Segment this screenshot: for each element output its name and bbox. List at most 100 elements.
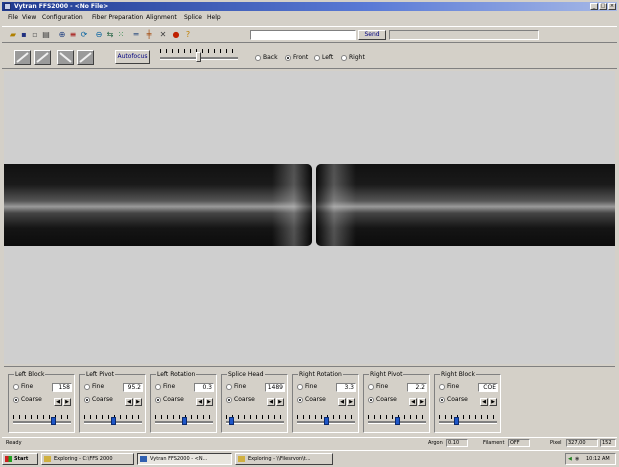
equal-icon[interactable]: ≡ xyxy=(68,30,78,40)
print-icon[interactable]: ▤ xyxy=(41,30,51,40)
menu-fiber-preparation[interactable]: Fiber Preparation xyxy=(92,14,143,21)
left-block-fine-radio[interactable] xyxy=(13,384,19,390)
cleave-right-icon[interactable] xyxy=(34,50,51,65)
left-pivot-value[interactable]: 95.2 xyxy=(123,383,143,392)
left-rotation-coarse-radio[interactable] xyxy=(155,397,161,403)
splice-head-decrease-button[interactable]: ◀ xyxy=(267,398,275,406)
splice-head-increase-button[interactable]: ▶ xyxy=(276,398,284,406)
zoom-icon[interactable]: ⊕ xyxy=(57,30,67,40)
splice-head-fine-radio[interactable] xyxy=(226,384,232,390)
stop-icon[interactable]: ● xyxy=(171,30,181,40)
fiber-icon[interactable]: ═ xyxy=(131,30,141,40)
left-block-value[interactable]: 158 xyxy=(52,383,72,392)
menu-file[interactable]: File xyxy=(8,14,18,21)
tray-network-icon[interactable]: ◀ xyxy=(568,454,572,464)
left-pivot-fine-radio[interactable] xyxy=(84,384,90,390)
maximize-button[interactable]: □ xyxy=(599,3,607,10)
tray-volume-icon[interactable]: ◉ xyxy=(575,454,579,464)
command-input[interactable] xyxy=(250,30,356,40)
menu-help[interactable]: Help xyxy=(207,14,221,21)
send-button[interactable]: Send xyxy=(358,30,386,40)
right-rotation-slider-thumb[interactable] xyxy=(323,417,329,425)
right-block-value[interactable]: COE xyxy=(478,383,498,392)
align-icon[interactable]: ⊖ xyxy=(94,30,104,40)
open-icon[interactable]: ▰ xyxy=(8,30,18,40)
left-block-slider-thumb[interactable] xyxy=(51,417,57,425)
view-label-back: Back xyxy=(263,54,278,61)
right-pivot-fine-radio[interactable] xyxy=(368,384,374,390)
new-icon[interactable]: ▫ xyxy=(30,30,40,40)
rotate-icon[interactable]: ⟳ xyxy=(79,30,89,40)
save-icon[interactable]: ▪ xyxy=(19,30,29,40)
grid-icon[interactable]: ⁙ xyxy=(116,30,126,40)
splice-head-slider[interactable] xyxy=(226,421,284,424)
left-rotation-slider-thumb[interactable] xyxy=(181,417,187,425)
right-block-fine-radio[interactable] xyxy=(439,384,445,390)
view-radio-right[interactable] xyxy=(341,55,347,61)
task-label: Exploring - \\Filesrvon\t... xyxy=(248,456,311,462)
close-button[interactable]: × xyxy=(608,3,616,10)
right-rotation-coarse-radio[interactable] xyxy=(297,397,303,403)
clock: 10:12 AM xyxy=(586,456,610,462)
cleave-left-icon[interactable] xyxy=(14,50,31,65)
task-vytran[interactable]: Vytran FFS2000 - <N... xyxy=(137,453,232,465)
left-rotation-value[interactable]: 0.3 xyxy=(194,383,214,392)
left-pivot-increase-button[interactable]: ▶ xyxy=(134,398,142,406)
splice-head-slider-thumb[interactable] xyxy=(228,417,234,425)
left-block-coarse-radio[interactable] xyxy=(13,397,19,403)
focus-slider-thumb[interactable] xyxy=(196,52,201,62)
splice-head-value[interactable]: 1489 xyxy=(265,383,285,392)
splice-icon[interactable]: ╪ xyxy=(144,30,154,40)
menu-configuration[interactable]: Configuration xyxy=(42,14,83,21)
left-rotation-decrease-button[interactable]: ◀ xyxy=(196,398,204,406)
fine-label: Fine xyxy=(447,383,460,390)
minimize-button[interactable]: _ xyxy=(590,3,598,10)
right-pivot-increase-button[interactable]: ▶ xyxy=(418,398,426,406)
right-block-coarse-radio[interactable] xyxy=(439,397,445,403)
left-pivot-decrease-button[interactable]: ◀ xyxy=(125,398,133,406)
view-radio-back[interactable] xyxy=(255,55,261,61)
right-block-increase-button[interactable]: ▶ xyxy=(489,398,497,406)
right-rotation-value[interactable]: 3.3 xyxy=(336,383,356,392)
right-rotation-decrease-button[interactable]: ◀ xyxy=(338,398,346,406)
status-extra: 152 xyxy=(600,439,616,447)
motor-group: Right Block Fine COE Coarse ◀ ▶ xyxy=(434,371,501,433)
left-block-increase-button[interactable]: ▶ xyxy=(63,398,71,406)
left-block-decrease-button[interactable]: ◀ xyxy=(54,398,62,406)
left-rotation-fine-radio[interactable] xyxy=(155,384,161,390)
left-rotation-increase-button[interactable]: ▶ xyxy=(205,398,213,406)
tension-icon[interactable] xyxy=(57,50,74,65)
right-pivot-decrease-button[interactable]: ◀ xyxy=(409,398,417,406)
left-block-slider[interactable] xyxy=(13,421,71,424)
menu-view[interactable]: View xyxy=(22,14,36,21)
transfer-icon[interactable]: ⇆ xyxy=(105,30,115,40)
right-pivot-slider-thumb[interactable] xyxy=(394,417,400,425)
cancel-icon[interactable]: ✕ xyxy=(158,30,168,40)
task-exploring-ffs[interactable]: Exploring - C:\FFS 2000 xyxy=(41,453,134,465)
right-rotation-fine-radio[interactable] xyxy=(297,384,303,390)
view-label-right: Right xyxy=(349,54,365,61)
left-pivot-slider-thumb[interactable] xyxy=(110,417,116,425)
response-field xyxy=(389,30,539,40)
menu-alignment[interactable]: Alignment xyxy=(146,14,177,21)
fine-label: Fine xyxy=(163,383,176,390)
fine-label: Fine xyxy=(92,383,105,390)
right-block-slider-thumb[interactable] xyxy=(453,417,459,425)
splice-head-coarse-radio[interactable] xyxy=(226,397,232,403)
left-pivot-coarse-radio[interactable] xyxy=(84,397,90,403)
help-icon[interactable]: ? xyxy=(183,30,193,40)
right-block-slider[interactable] xyxy=(439,421,497,424)
autofocus-button[interactable]: Autofocus xyxy=(115,50,150,64)
view-radio-front[interactable] xyxy=(285,55,291,61)
strip-icon[interactable] xyxy=(77,50,94,65)
view-radio-left[interactable] xyxy=(314,55,320,61)
right-block-decrease-button[interactable]: ◀ xyxy=(480,398,488,406)
left-fiber-image xyxy=(4,164,312,246)
right-rotation-increase-button[interactable]: ▶ xyxy=(347,398,355,406)
right-pivot-coarse-radio[interactable] xyxy=(368,397,374,403)
task-exploring-server[interactable]: Exploring - \\Filesrvon\t... xyxy=(235,453,333,465)
right-pivot-value[interactable]: 2.2 xyxy=(407,383,427,392)
argon-label: Argon xyxy=(428,440,443,446)
start-button[interactable]: Start xyxy=(2,453,38,465)
menu-splice[interactable]: Splice xyxy=(184,14,202,21)
